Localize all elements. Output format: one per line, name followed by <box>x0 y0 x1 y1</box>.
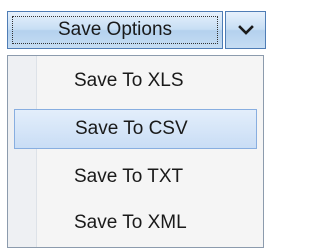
save-options-split-button: Save Options <box>7 11 266 49</box>
menu-item-save-txt[interactable]: Save To TXT <box>14 157 257 197</box>
save-options-control: Save Options Save To XLS Save To CSV Sav… <box>0 0 272 251</box>
save-options-label: Save Options <box>57 19 173 40</box>
menu-item-label: Save To CSV <box>75 118 188 139</box>
menu-item-save-csv[interactable]: Save To CSV <box>14 109 257 149</box>
chevron-down-icon <box>237 25 254 35</box>
menu-item-label: Save To TXT <box>74 166 184 187</box>
menu-item-label: Save To XML <box>74 212 187 233</box>
menu-item-label: Save To XLS <box>74 70 184 91</box>
menu-item-save-xml[interactable]: Save To XML <box>14 203 257 243</box>
save-options-button[interactable]: Save Options <box>7 11 223 49</box>
save-options-menu: Save To XLS Save To CSV Save To TXT Save… <box>7 55 264 248</box>
menu-item-save-xls[interactable]: Save To XLS <box>14 61 257 101</box>
save-options-dropdown-button[interactable] <box>225 11 266 49</box>
